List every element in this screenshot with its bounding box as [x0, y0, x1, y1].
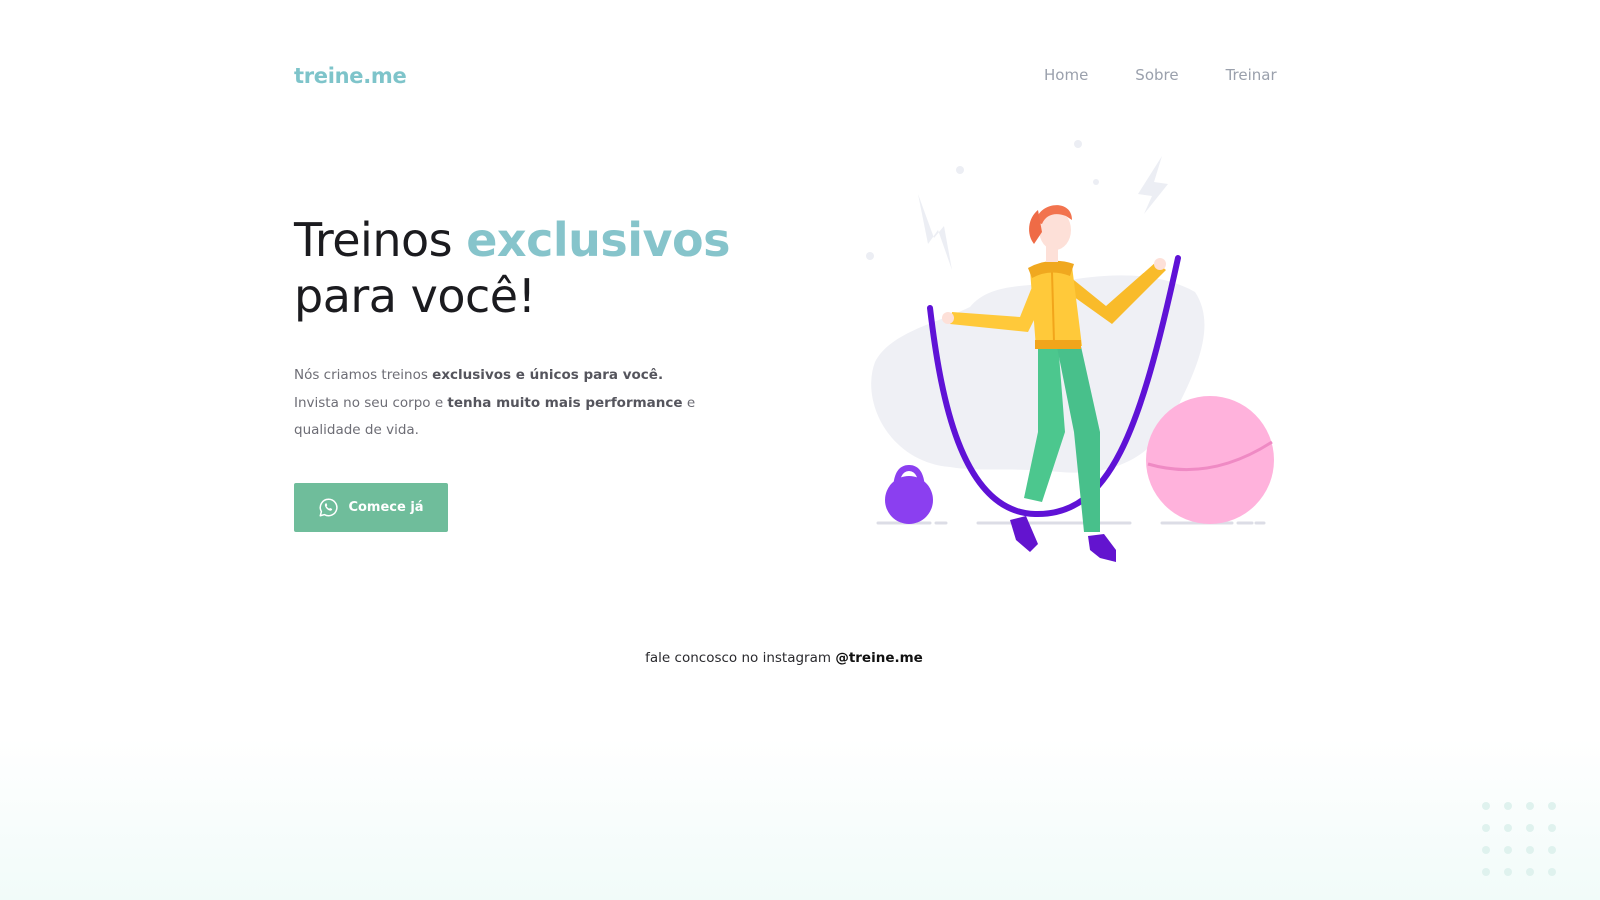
nav-sobre[interactable]: Sobre	[1135, 66, 1178, 84]
whatsapp-icon	[318, 497, 339, 518]
main-nav: Home Sobre Treinar	[1044, 66, 1277, 84]
nav-home[interactable]: Home	[1044, 66, 1088, 84]
start-now-label: Comece já	[348, 500, 424, 515]
desc-bold-2: tenha muito mais performance	[447, 394, 683, 411]
footer-text: fale concosco no instagram	[645, 650, 836, 666]
start-now-button[interactable]: Comece já	[294, 483, 448, 532]
desc-text-1: Nós criamos treinos	[294, 367, 433, 383]
decorative-dots	[1482, 802, 1568, 882]
footer: fale concosco no instagram @treine.me	[0, 650, 1568, 666]
logo-link[interactable]: treine.me	[294, 64, 407, 88]
desc-bold-1: exclusivos e únicos para você.	[432, 367, 664, 383]
hero-title-accent: exclusivos	[466, 213, 730, 267]
desc-text-2: Invista no seu corpo e	[294, 394, 448, 411]
hero-description: Nós criamos treinos exclusivos e únicos …	[294, 362, 714, 445]
hero-title-part1: Treinos	[294, 213, 467, 267]
hero-title: Treinos exclusivos para você!	[294, 212, 730, 324]
instagram-handle-link[interactable]: @treine.me	[835, 650, 923, 666]
woman-jump-rope-illustration	[866, 140, 1274, 562]
nav-treinar[interactable]: Treinar	[1226, 66, 1277, 84]
hero-title-part2: para você!	[294, 269, 536, 323]
